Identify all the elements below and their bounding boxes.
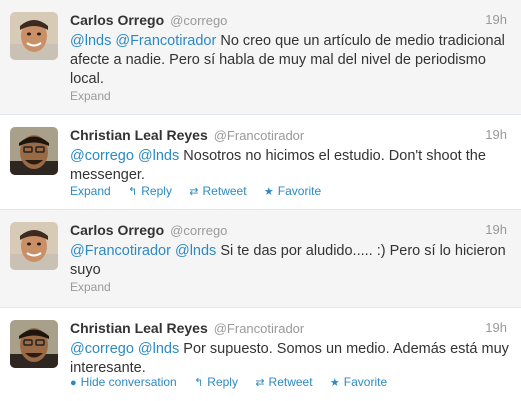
tweet-header: Carlos Orrego @corrego 19h [70,12,507,30]
tweet-timestamp[interactable]: 19h [485,12,507,27]
tweet-header: Christian Leal Reyes @Francotirador 19h [70,127,507,145]
tweet-timestamp[interactable]: 19h [485,320,507,335]
star-icon: ★ [263,186,274,198]
favorite-button[interactable]: ★ Favorite [330,375,387,389]
reply-arrow-icon: ↰ [194,377,204,389]
avatar[interactable] [10,12,58,60]
expand-link[interactable]: Expand [70,280,111,294]
tweet-item[interactable]: Carlos Orrego @corrego 19h @lnds @Francot… [0,0,521,115]
tweet-item[interactable]: Carlos Orrego @corrego 19h @Francotirador… [0,210,521,308]
retweet-label: Retweet [268,375,313,389]
mention-link[interactable]: @lnds [70,33,111,49]
author-screenname[interactable]: @Francotirador [214,321,305,336]
tweet-actions: Expand [70,89,125,105]
mention-link[interactable]: @lnds [138,341,179,357]
mention-link[interactable]: @corrego [70,148,134,164]
tweet-text: @lnds @Francotirador No creo que un artí… [70,32,510,89]
author-screenname[interactable]: @corrego [170,223,227,238]
author-screenname[interactable]: @corrego [170,13,227,28]
tweet-item[interactable]: Christian Leal Reyes @Francotirador 19h @… [0,308,521,401]
tweet-item[interactable]: Christian Leal Reyes @Francotirador 19h @… [0,115,521,210]
reply-arrow-icon: ↰ [128,186,138,198]
retweet-label: Retweet [202,184,247,198]
favorite-label: Favorite [343,375,388,389]
favorite-label: Favorite [277,184,322,198]
tweet-timestamp[interactable]: 19h [485,127,507,142]
mention-link[interactable]: @Francotirador [115,33,216,49]
tweet-header: Christian Leal Reyes @Francotirador 19h [70,320,507,338]
tweet-timestamp[interactable]: 19h [485,222,507,237]
reply-button[interactable]: ↰ Reply [194,375,238,389]
retweet-icon: ⇄ [189,186,199,198]
avatar[interactable] [10,127,58,175]
hide-conversation-label: Hide conversation [80,375,177,389]
mention-link[interactable]: @lnds [138,148,179,164]
tweet-text: @corrego @lnds Nosotros no hicimos el es… [70,147,510,185]
author-screenname[interactable]: @Francotirador [214,128,305,143]
retweet-button[interactable]: ⇄ Retweet [255,375,312,389]
tweet-actions: Expand [70,280,125,296]
author-name[interactable]: Christian Leal Reyes [70,127,208,143]
hide-conversation-button[interactable]: ● Hide conversation [70,375,177,389]
author-name[interactable]: Christian Leal Reyes [70,320,208,336]
favorite-button[interactable]: ★ Favorite [264,184,321,198]
retweet-button[interactable]: ⇄ Retweet [189,184,246,198]
tweet-body: Por supuesto. Somos un medio. Además est… [70,341,509,376]
mention-link[interactable]: @lnds [175,243,216,259]
reply-button[interactable]: ↰ Reply [128,184,172,198]
speech-bubble-icon: ● [70,377,77,389]
retweet-icon: ⇄ [255,377,265,389]
expand-link[interactable]: Expand [70,184,111,198]
tweet-actions: ● Hide conversation ↰ Reply ⇄ Retweet ★ Favo… [70,375,401,391]
avatar[interactable] [10,222,58,270]
star-icon: ★ [329,377,340,389]
author-name[interactable]: Carlos Orrego [70,12,164,28]
tweet-actions: Expand ↰ Reply ⇄ Retweet ★ Favorite [70,184,335,200]
reply-label: Reply [207,375,238,389]
tweet-text: @Francotirador @lnds Si te das por aludi… [70,242,510,280]
reply-label: Reply [141,184,172,198]
expand-link[interactable]: Expand [70,89,111,103]
tweet-timeline: Carlos Orrego @corrego 19h @lnds @Francot… [0,0,521,401]
mention-link[interactable]: @corrego [70,341,134,357]
tweet-text: @corrego @lnds Por supuesto. Somos un me… [70,340,510,378]
avatar[interactable] [10,320,58,368]
mention-link[interactable]: @Francotirador [70,243,171,259]
tweet-header: Carlos Orrego @corrego 19h [70,222,507,240]
author-name[interactable]: Carlos Orrego [70,222,164,238]
